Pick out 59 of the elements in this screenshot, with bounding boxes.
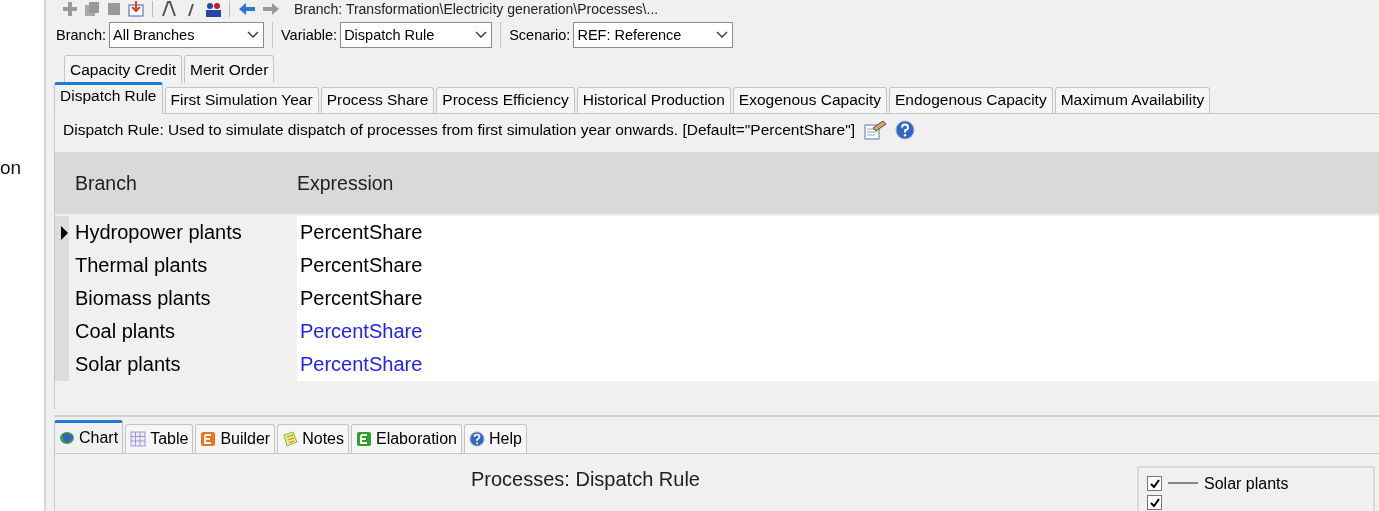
variable-description: Dispatch Rule: Used to simulate dispatch of processes from first simulation year onwards. [Default="PercentShare"] bbox=[63, 121, 855, 139]
table-cell[interactable]: PercentShare bbox=[297, 315, 1379, 348]
chart-title: Processes: Dispatch Rule bbox=[471, 468, 700, 492]
chevron-down-icon bbox=[475, 31, 488, 39]
grid-icon bbox=[130, 431, 147, 447]
tab[interactable]: Notes bbox=[277, 424, 349, 453]
dropdown[interactable]: Dispatch Rule bbox=[340, 22, 493, 48]
dropdown[interactable]: All Branches bbox=[109, 22, 264, 48]
chevron-down-icon bbox=[247, 31, 259, 39]
tree-item-label[interactable]: on bbox=[0, 157, 22, 179]
field-label: Variable: bbox=[281, 27, 338, 43]
table-cell[interactable]: PercentShare bbox=[297, 348, 1379, 381]
tab[interactable]: Capacity Credit bbox=[64, 55, 182, 83]
column-header[interactable]: Expression bbox=[297, 171, 394, 195]
edit-note-icon[interactable] bbox=[862, 120, 887, 140]
tab[interactable]: Chart bbox=[54, 420, 124, 453]
tab[interactable]: Dispatch Rule bbox=[54, 82, 163, 114]
column-header[interactable]: Branch bbox=[55, 171, 297, 195]
row-pointer-icon bbox=[61, 225, 68, 240]
line-swatch-icon bbox=[1168, 482, 1198, 485]
plus-icon[interactable] bbox=[62, 0, 78, 17]
field-label: Scenario: bbox=[509, 27, 571, 43]
tab[interactable]: First Simulation Year bbox=[164, 87, 319, 113]
tab[interactable]: Table bbox=[125, 424, 194, 453]
tab[interactable]: Endogenous Capacity bbox=[889, 87, 1053, 113]
checkbox[interactable] bbox=[1147, 476, 1162, 491]
dropdown[interactable]: REF: Reference bbox=[573, 22, 734, 48]
field-label: Branch: bbox=[56, 27, 106, 43]
forward-arrow-icon[interactable] bbox=[262, 0, 280, 17]
checkbox[interactable] bbox=[1147, 495, 1162, 510]
letter-e-icon bbox=[200, 431, 217, 447]
help-icon bbox=[468, 431, 485, 447]
tab[interactable]: Exogenous Capacity bbox=[732, 87, 887, 113]
tab[interactable]: Builder bbox=[195, 424, 276, 453]
table-cell[interactable]: PercentShare bbox=[297, 216, 1379, 249]
back-arrow-icon[interactable] bbox=[238, 0, 256, 17]
tab[interactable]: Maximum Availability bbox=[1054, 87, 1211, 113]
branch-path: Branch: Transformation\Electricity generation\Processes\... bbox=[294, 0, 659, 17]
import-icon[interactable] bbox=[128, 0, 144, 17]
tab[interactable]: Elaboration bbox=[351, 424, 462, 453]
copy-icon[interactable] bbox=[84, 0, 100, 17]
pie-icon bbox=[59, 430, 75, 446]
help-icon[interactable] bbox=[894, 120, 915, 140]
table-cell[interactable]: PercentShare bbox=[297, 282, 1379, 315]
table-cell[interactable]: PercentShare bbox=[297, 249, 1379, 282]
tab[interactable]: Merit Order bbox=[183, 55, 275, 83]
note-icon bbox=[282, 431, 299, 447]
tab[interactable]: Process Efficiency bbox=[436, 87, 575, 113]
row-header[interactable] bbox=[55, 216, 69, 249]
square-icon[interactable] bbox=[106, 0, 122, 17]
legend-label: Solar plants bbox=[1204, 474, 1289, 493]
tab[interactable]: Historical Production bbox=[576, 87, 731, 113]
checkmark-icon bbox=[1149, 497, 1160, 508]
letter-e-icon bbox=[356, 431, 372, 447]
tab[interactable]: Process Share bbox=[320, 87, 435, 113]
checkmark-icon bbox=[1149, 478, 1160, 489]
tab[interactable]: Help bbox=[463, 424, 527, 453]
chevron-down-icon bbox=[716, 31, 729, 39]
users-icon[interactable] bbox=[205, 0, 221, 17]
